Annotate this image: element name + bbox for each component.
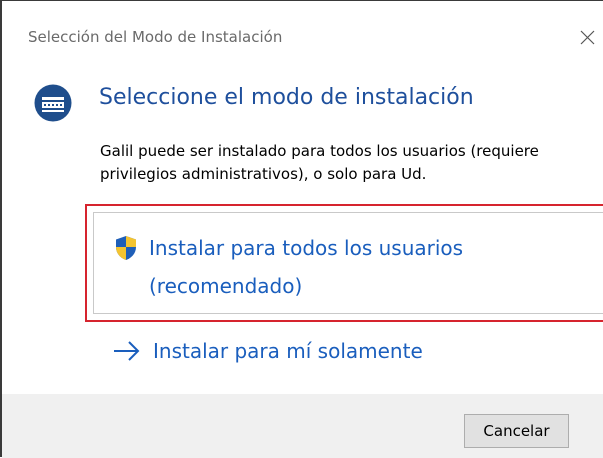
- install-only-me-option[interactable]: Instalar para mí solamente: [107, 332, 487, 370]
- dialog-heading: Seleccione el modo de instalación: [99, 85, 474, 110]
- install-only-me-label: Instalar para mí solamente: [153, 339, 423, 363]
- install-all-users-sublabel: (recomendado): [149, 274, 303, 298]
- title-bar: Selección del Modo de Instalación: [2, 1, 603, 73]
- cancel-button[interactable]: Cancelar: [464, 414, 569, 448]
- window-title: Selección del Modo de Instalación: [28, 28, 283, 46]
- install-all-users-label: Instalar para todos los usuarios: [149, 236, 464, 260]
- close-icon: [580, 30, 595, 45]
- dialog-footer: Cancelar: [2, 394, 603, 458]
- dialog-description: Galil puede ser instalado para todos los…: [100, 142, 539, 183]
- installer-dialog: Selección del Modo de Instalación Selecc…: [0, 0, 603, 458]
- close-button[interactable]: [567, 19, 603, 57]
- install-all-users-option[interactable]: Instalar para todos los usuarios (recome…: [85, 204, 603, 322]
- uac-shield-icon: [116, 236, 136, 260]
- installer-app-icon: [34, 84, 72, 122]
- right-arrow-icon: [114, 341, 140, 361]
